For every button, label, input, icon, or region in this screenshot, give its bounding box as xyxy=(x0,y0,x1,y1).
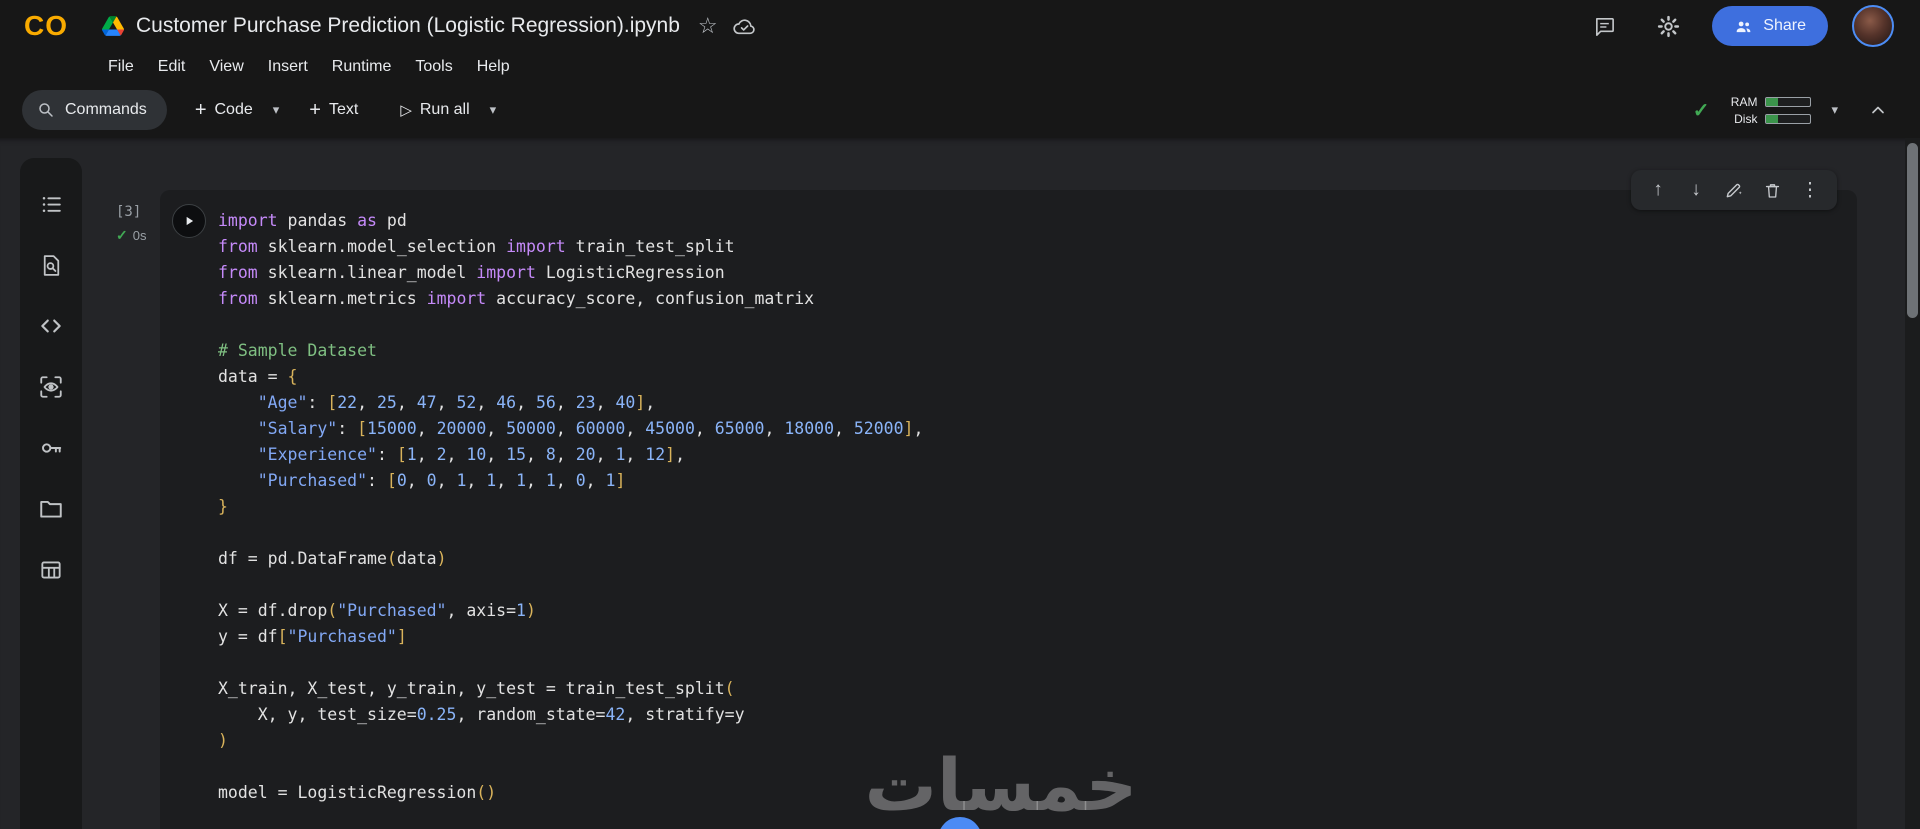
find-replace-button[interactable] xyxy=(29,243,73,287)
notebook-toolbar: Commands + Code ▾ + Text ▷ Run all ▾ ✓ R… xyxy=(0,82,1920,138)
google-drive-icon xyxy=(102,16,124,36)
menu-view[interactable]: View xyxy=(197,55,255,79)
menu-bar: File Edit View Insert Runtime Tools Help xyxy=(0,52,1920,82)
key-icon xyxy=(42,443,62,453)
add-text-button[interactable]: + Text xyxy=(301,93,366,127)
execution-status: ✓ 0s xyxy=(116,227,146,244)
share-label: Share xyxy=(1763,17,1806,34)
run-all-dropdown-caret[interactable]: ▾ xyxy=(484,98,503,122)
top-bar-left: CO Customer Purchase Prediction (Logisti… xyxy=(24,10,757,42)
more-actions-button[interactable]: ⋮ xyxy=(1793,175,1827,205)
play-outline-icon: ▷ xyxy=(400,102,412,119)
files-button[interactable] xyxy=(29,487,73,531)
execution-count: [3] xyxy=(116,204,142,220)
table-icon xyxy=(41,561,61,579)
list-icon xyxy=(42,196,61,212)
cell-toolbar: ↑ ↓ ⋮ xyxy=(1631,170,1837,210)
menu-file[interactable]: File xyxy=(96,55,146,79)
arrow-down-icon: ↓ xyxy=(1691,179,1701,200)
edit-cell-button[interactable] xyxy=(1717,175,1751,205)
document-search-icon xyxy=(43,254,59,276)
disk-row: Disk xyxy=(1727,111,1812,126)
ram-row: RAM xyxy=(1727,94,1812,109)
star-icon[interactable]: ☆ xyxy=(698,13,718,39)
colab-logo[interactable]: CO xyxy=(24,10,68,42)
disk-gauge xyxy=(1765,113,1812,124)
table-of-contents-button[interactable] xyxy=(29,182,73,226)
menu-runtime[interactable]: Runtime xyxy=(320,55,404,79)
add-code-button[interactable]: + Code xyxy=(187,93,261,127)
left-sidebar xyxy=(20,158,82,829)
execution-time: 0s xyxy=(132,228,147,243)
top-bar: CO Customer Purchase Prediction (Logisti… xyxy=(0,0,1920,52)
menu-insert[interactable]: Insert xyxy=(256,55,320,79)
arrow-up-icon: ↑ xyxy=(1653,179,1663,200)
trash-icon xyxy=(1765,183,1779,198)
people-icon xyxy=(1736,21,1751,32)
inspector-button[interactable] xyxy=(29,365,73,409)
commands-button[interactable]: Commands xyxy=(22,90,167,130)
disk-label: Disk xyxy=(1734,111,1758,126)
ram-gauge-fill xyxy=(1766,97,1778,106)
cell-gutter: [3] ✓ 0s xyxy=(116,204,146,244)
code-icon xyxy=(41,319,61,333)
scrollbar-thumb[interactable] xyxy=(1907,143,1918,318)
user-avatar[interactable] xyxy=(1852,5,1894,47)
folder-icon xyxy=(40,500,62,518)
disk-gauge-fill xyxy=(1766,114,1778,123)
code-area[interactable]: import pandas as pd from sklearn.model_se… xyxy=(218,208,1839,806)
connected-check-icon: ✓ xyxy=(1692,99,1710,122)
move-cell-up-button[interactable]: ↑ xyxy=(1641,175,1675,205)
plus-icon: + xyxy=(194,99,207,121)
scrollbar-track[interactable] xyxy=(1905,138,1920,829)
pencil-sparkle-icon xyxy=(1726,183,1742,198)
ram-label: RAM xyxy=(1730,94,1758,109)
collapse-header-button[interactable] xyxy=(1858,90,1898,130)
toolbar-right: ✓ RAM Disk ▾ xyxy=(1693,90,1898,130)
run-all-button[interactable]: ▷ Run all xyxy=(392,93,477,127)
colab-app: CO Customer Purchase Prediction (Logisti… xyxy=(0,0,1920,829)
data-table-button[interactable] xyxy=(29,548,73,592)
menu-edit[interactable]: Edit xyxy=(146,55,198,79)
cloud-saved-icon xyxy=(732,14,757,39)
menu-help[interactable]: Help xyxy=(465,55,522,79)
share-button[interactable]: Share xyxy=(1712,6,1828,46)
add-code-dropdown-caret[interactable]: ▾ xyxy=(267,98,286,122)
play-icon xyxy=(186,216,194,226)
eye-scan-icon xyxy=(40,376,62,398)
add-text-label: Text xyxy=(328,101,359,118)
add-code-label: Code xyxy=(214,101,253,118)
success-check-icon: ✓ xyxy=(116,227,128,243)
comments-button[interactable] xyxy=(1584,6,1624,46)
toolbar-left: Commands + Code ▾ + Text ▷ Run all ▾ xyxy=(22,90,502,130)
top-bar-right: Share xyxy=(1584,5,1894,47)
resources-dropdown-caret[interactable]: ▾ xyxy=(1825,98,1844,122)
content-area: [3] ✓ 0s ↑ ↓ ⋮ import pandas as pd from … xyxy=(0,138,1920,829)
comment-icon xyxy=(1595,17,1614,36)
settings-button[interactable] xyxy=(1648,6,1688,46)
more-vert-icon: ⋮ xyxy=(1800,179,1820,201)
run-all-label: Run all xyxy=(419,101,470,118)
plus-icon: + xyxy=(309,99,321,121)
run-cell-button[interactable] xyxy=(172,204,206,238)
resources-button[interactable]: RAM Disk xyxy=(1727,94,1812,126)
chevron-up-icon xyxy=(1872,106,1884,114)
delete-cell-button[interactable] xyxy=(1755,175,1789,205)
ram-gauge xyxy=(1765,96,1812,107)
move-cell-down-button[interactable]: ↓ xyxy=(1679,175,1713,205)
secrets-button[interactable] xyxy=(29,426,73,470)
menu-tools[interactable]: Tools xyxy=(403,55,464,79)
code-cell[interactable]: ↑ ↓ ⋮ import pandas as pd from sklearn.m… xyxy=(160,170,1857,829)
commands-label: Commands xyxy=(65,101,147,118)
gear-icon xyxy=(1657,15,1679,37)
search-icon xyxy=(39,103,53,117)
notebook-title[interactable]: Customer Purchase Prediction (Logistic R… xyxy=(136,14,680,38)
notebook-area: [3] ✓ 0s ↑ ↓ ⋮ import pandas as pd from … xyxy=(82,138,1920,829)
code-snippets-button[interactable] xyxy=(29,304,73,348)
